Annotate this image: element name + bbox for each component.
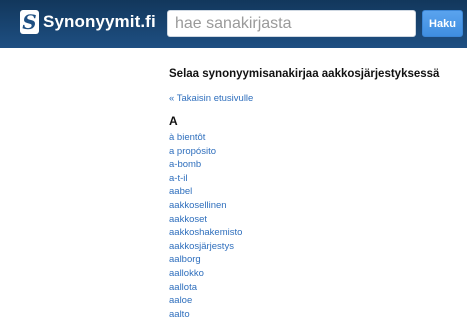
letter-heading: A — [169, 114, 178, 128]
word-link[interactable]: a-t-il — [169, 173, 187, 184]
word-link[interactable]: à bientôt — [169, 132, 205, 143]
word-link[interactable]: aakkosjärjestys — [169, 241, 234, 252]
word-link[interactable]: a-bomb — [169, 159, 201, 170]
list-item: aakkoset — [169, 211, 242, 225]
word-link[interactable]: aaloe — [169, 295, 192, 306]
list-item: à bientôt — [169, 129, 242, 143]
list-item: aabel — [169, 183, 242, 197]
word-link[interactable]: aakkoshakemisto — [169, 227, 242, 238]
word-link[interactable]: aalto — [169, 309, 190, 320]
logo-icon[interactable]: S — [20, 10, 39, 34]
word-link[interactable]: aabel — [169, 186, 192, 197]
list-item: aallota — [169, 279, 242, 293]
list-item: aaloe — [169, 292, 242, 306]
search-button[interactable]: Haku — [422, 10, 463, 37]
list-item: a-t-il — [169, 170, 242, 184]
word-link[interactable]: aallota — [169, 282, 197, 293]
list-item: aallokko — [169, 265, 242, 279]
list-item: aakkosellinen — [169, 197, 242, 211]
list-item: a-bomb — [169, 156, 242, 170]
top-bar: S Synonyymit.fi Haku — [0, 0, 467, 48]
word-link[interactable]: aallokko — [169, 268, 204, 279]
word-link[interactable]: a propósito — [169, 146, 216, 157]
list-item: aalto — [169, 306, 242, 320]
back-to-home-link[interactable]: « Takaisin etusivulle — [169, 93, 253, 104]
list-item: a propósito — [169, 143, 242, 157]
logo-glyph: S — [22, 10, 37, 34]
word-link[interactable]: aakkoset — [169, 214, 207, 225]
search-input[interactable] — [167, 10, 416, 37]
list-item: aalborg — [169, 251, 242, 265]
logo-text[interactable]: Synonyymit.fi — [43, 12, 156, 32]
list-item: aakkoshakemisto — [169, 224, 242, 238]
word-link[interactable]: aalborg — [169, 254, 201, 265]
list-item: aakkosjärjestys — [169, 238, 242, 252]
word-list: à bientôt a propósito a-bomb a-t-il aabe… — [169, 129, 242, 320]
page-title: Selaa synonyymisanakirjaa aakkosjärjesty… — [169, 68, 440, 80]
word-link[interactable]: aakkosellinen — [169, 200, 227, 211]
